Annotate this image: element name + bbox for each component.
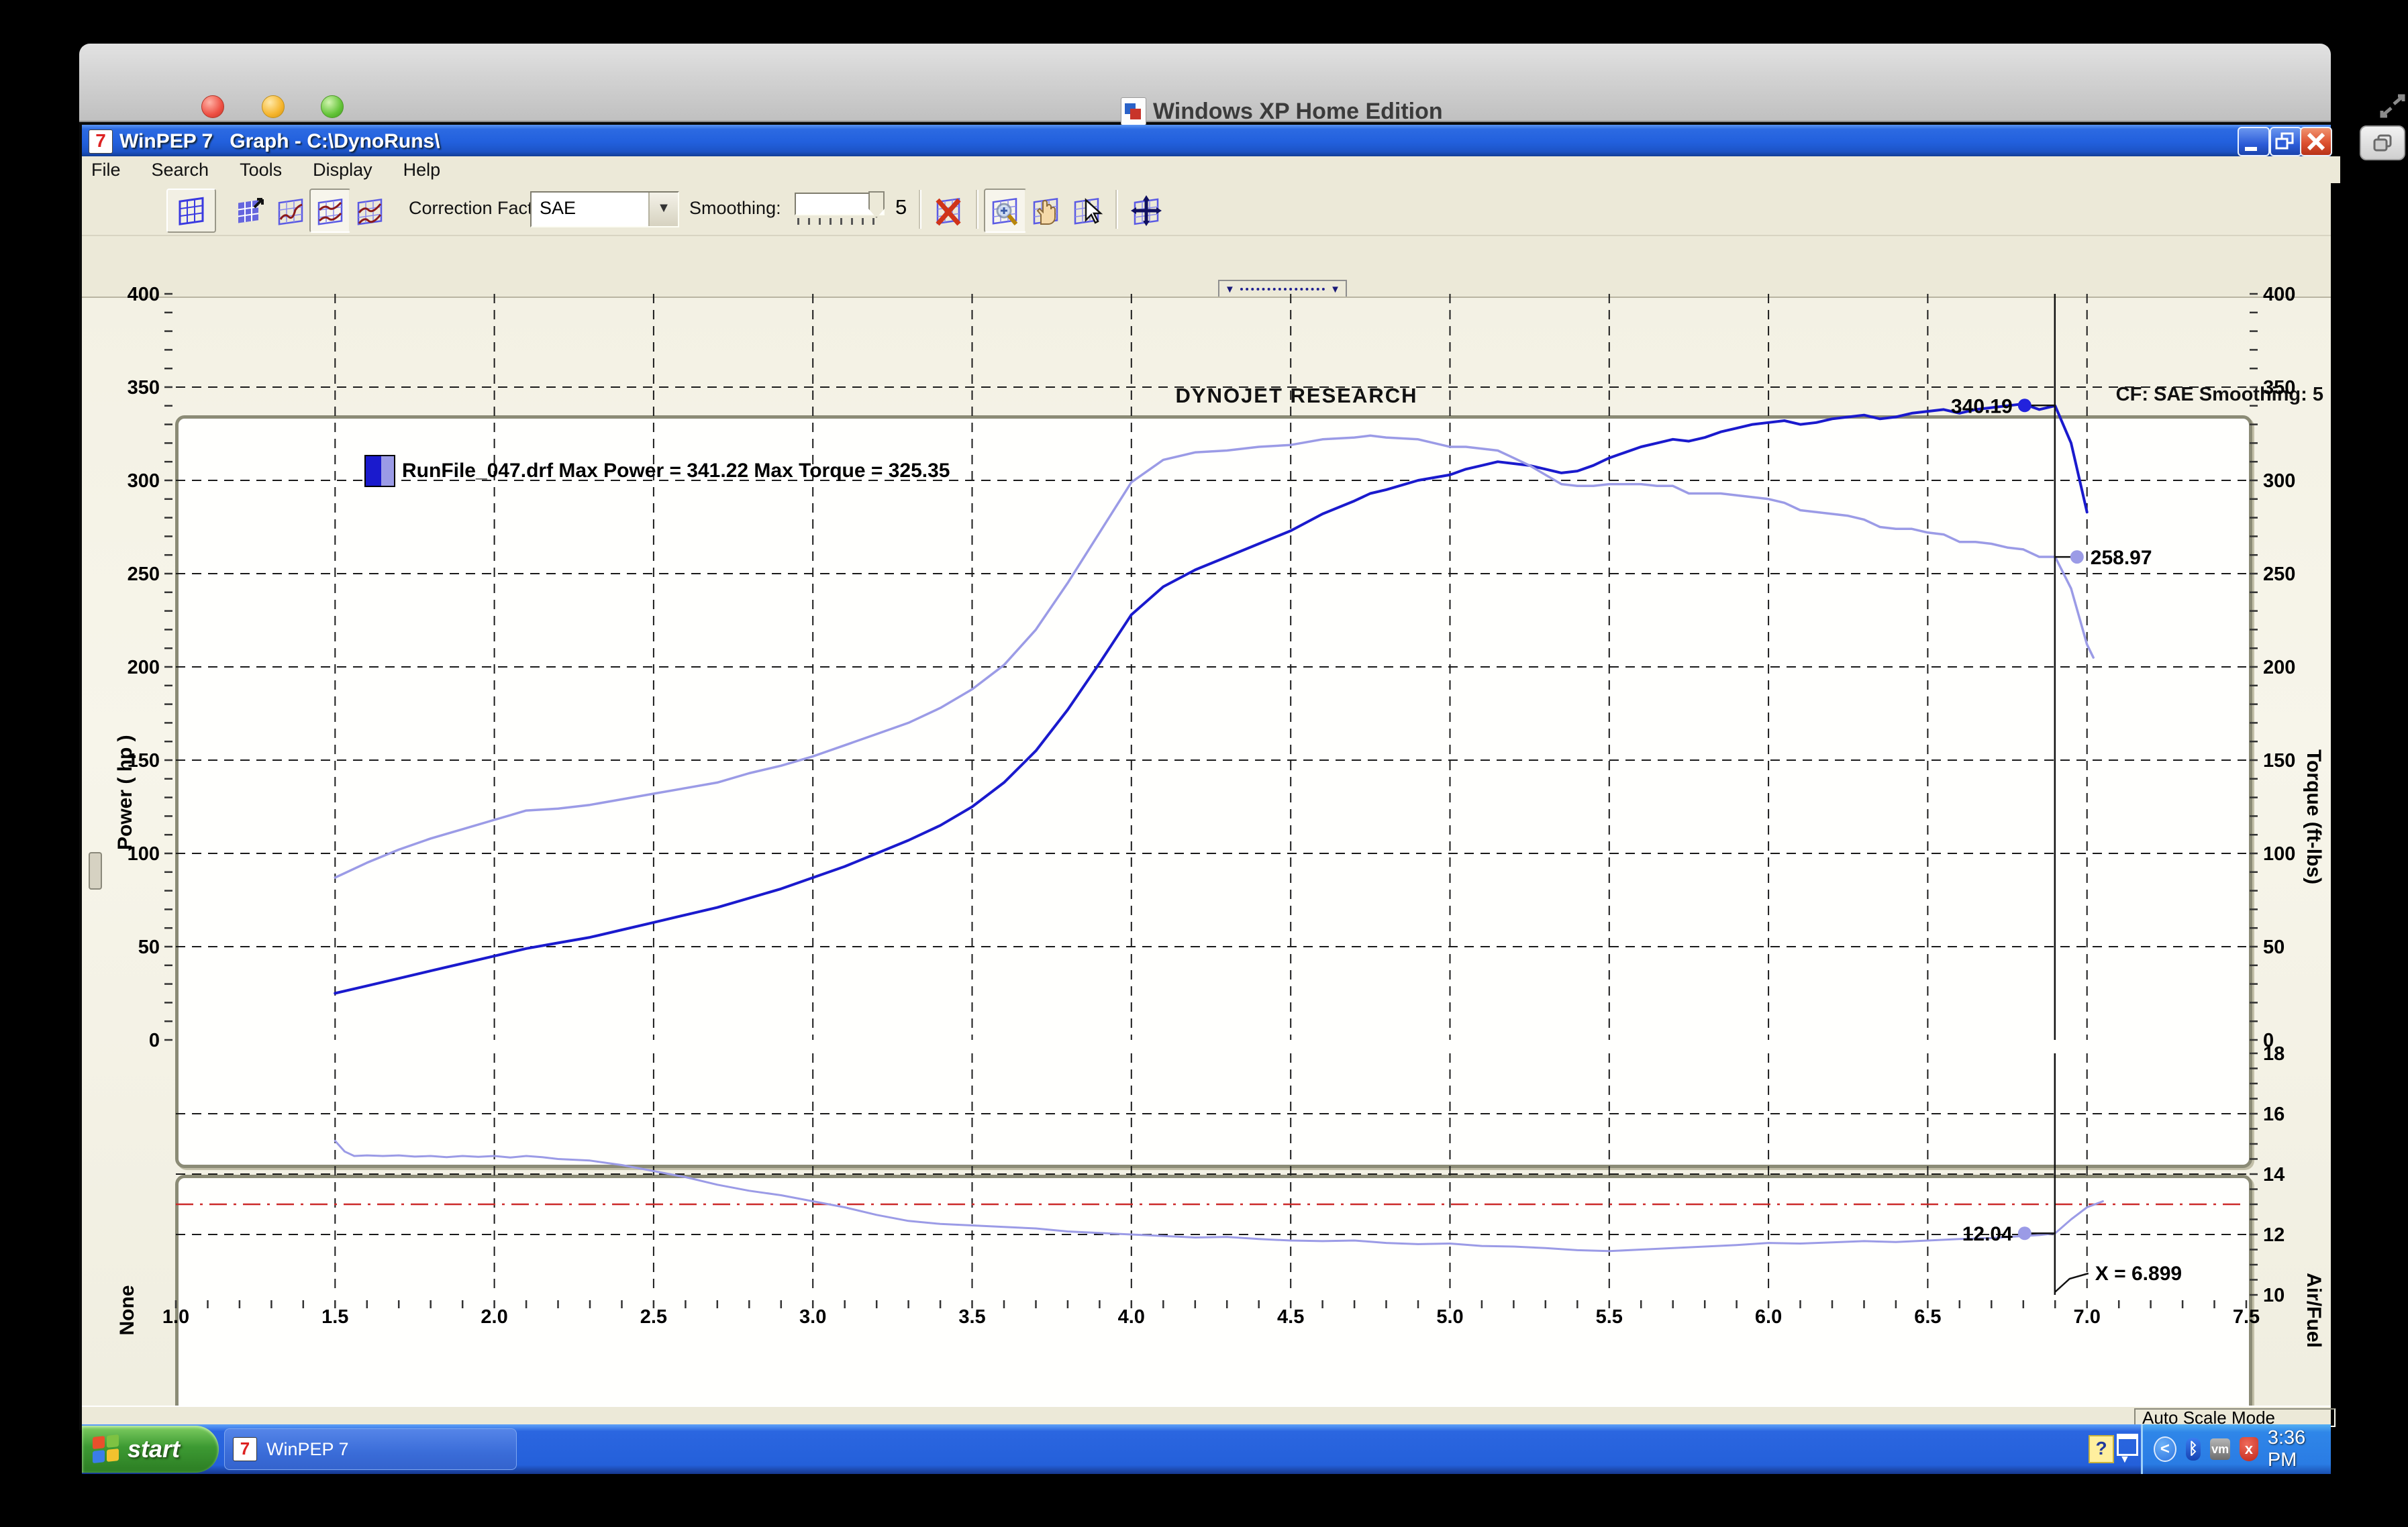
four-way-arrows-grid-icon [1131,195,1162,226]
cursor-grid-icon [1074,197,1103,225]
zoom-tool-button[interactable] [984,189,1027,233]
window-tray-icon[interactable] [2117,1434,2138,1456]
grid-icon [179,197,204,225]
mac-close-button[interactable] [201,95,224,118]
winpep-app-icon: 7 [89,129,113,154]
menu-file[interactable]: File [91,160,121,180]
screenshot-stage: Windows XP Home Edition ‹···› [0,0,2408,1527]
y-axis-label-airfuel: Air/Fuel [2303,1273,2325,1348]
run-selector-right-arrow-icon[interactable]: ▼ [1330,284,1340,295]
xp-screen: 7 WinPEP 7 Graph - C:\DynoRuns\ File Sea… [82,125,2340,1497]
overlapping-windows-icon [2373,134,2392,152]
menu-help[interactable]: Help [403,160,441,180]
x-axis-title: Engine Speed (RPM x1000) [1080,1475,1339,1497]
y-axis-label-none: None [116,1285,138,1336]
winpep-task-icon: 7 [233,1437,257,1461]
vm-document-icon [1121,97,1146,125]
mac-window: Windows XP Home Edition ‹···› [79,44,2405,1497]
taskbar-task-winpep[interactable]: 7 WinPEP 7 [224,1428,517,1470]
start-button[interactable]: start [82,1426,219,1473]
smoothing-value: 5 [895,195,907,219]
clear-graph-button[interactable] [927,189,970,233]
grid-two-curves-icon [317,198,343,225]
start-label: start [128,1435,181,1463]
mac-titlebar[interactable]: Windows XP Home Edition ‹···› [79,44,2405,166]
correction-factor-value: SAE [540,198,576,218]
chart-panel: DYNOJET RESEARCH CF: SAE Smoothing: 5 Ru… [82,298,2331,1497]
mac-minimize-button[interactable] [262,95,285,118]
close-button[interactable] [2300,127,2332,156]
run-selector-track[interactable] [1240,288,1325,291]
pan-tool-button[interactable] [1025,189,1068,233]
y-axis-label-power: Power ( hp ) [114,735,136,850]
menu-display[interactable]: Display [313,160,372,180]
hand-grid-icon [1033,197,1058,225]
statusbar: Auto Scale Mode [82,1406,2336,1427]
vm-unity-button[interactable] [2360,125,2405,160]
smoothing-label: Smoothing: [689,198,781,218]
select-tool-button[interactable] [1066,189,1109,233]
chart-brand-title: DYNOJET RESEARCH [1175,384,1418,407]
run-selector[interactable]: ▼ ▼ [1218,280,1347,299]
new-graph-button[interactable] [230,189,272,233]
sub-plot-area[interactable] [175,1175,2252,1423]
help-tray-icon[interactable]: ? [2089,1435,2114,1463]
taskbar: start 7 WinPEP 7 ? ▼ < ᛒ vm x 3:36 PM [82,1424,2331,1474]
legend-swatch [364,455,395,487]
run-selector-left-arrow-icon[interactable]: ▼ [1225,284,1235,295]
grid-red-x-icon [936,197,961,226]
chart-legend: RunFile_047.drf Max Power = 341.22 Max T… [364,455,950,487]
vmware-tools-icon[interactable]: vm [2210,1438,2230,1460]
app-title: WinPEP 7 Graph - C:\DynoRuns\ [119,130,440,152]
multi-curve-button[interactable] [349,189,391,233]
app-toolbar: Correction Factor: SAE ▼ Smoothing: 5 [82,183,2331,236]
y-axis-label-torque: Torque (ft-lbs) [2303,749,2325,885]
dual-curve-button[interactable] [309,189,351,233]
chart-corner-info: CF: SAE Smoothing: 5 [2115,384,2323,405]
magnifier-grid-icon [992,197,1018,225]
app-titlebar[interactable]: 7 WinPEP 7 Graph - C:\DynoRuns\ [82,125,2332,156]
taskbar-clock: 3:36 PM [2267,1427,2306,1471]
bluetooth-icon[interactable]: ᛒ [2185,1438,2201,1461]
security-shield-icon[interactable]: x [2239,1437,2258,1461]
auto-scale-button[interactable] [1123,189,1169,233]
system-tray: < ᛒ vm x 3:36 PM [2141,1424,2331,1474]
vm-window-title: Windows XP Home Edition [1153,99,1443,124]
single-curve-button[interactable] [270,189,311,233]
main-plot-area[interactable] [175,415,2252,1168]
menu-tools[interactable]: Tools [240,160,282,180]
tray-dropdown-arrow-icon[interactable]: ▼ [2119,1454,2130,1466]
minimize-button[interactable] [2238,127,2270,156]
left-scrollbar-thumb[interactable] [89,852,102,890]
hide-icons-chevron[interactable]: < [2154,1436,2176,1462]
mac-zoom-button[interactable] [321,95,344,118]
restore-button[interactable] [2270,127,2302,156]
menu-search[interactable]: Search [152,160,209,180]
task-label: WinPEP 7 [266,1438,349,1459]
chevron-down-icon[interactable]: ▼ [648,193,678,226]
windows-flag-icon [93,1434,119,1464]
grid-arrow-icon [238,198,264,223]
legend-label: RunFile_047.drf Max Power = 341.22 Max T… [402,460,950,482]
fullscreen-arrows-icon[interactable] [2378,93,2407,119]
grid-curve-icon [278,198,303,225]
correction-factor-select[interactable]: SAE ▼ [530,191,679,227]
grid-curves-icon [357,198,383,225]
menubar: File Search Tools Display Help [82,156,2340,183]
graph-grid-button[interactable] [166,189,216,233]
